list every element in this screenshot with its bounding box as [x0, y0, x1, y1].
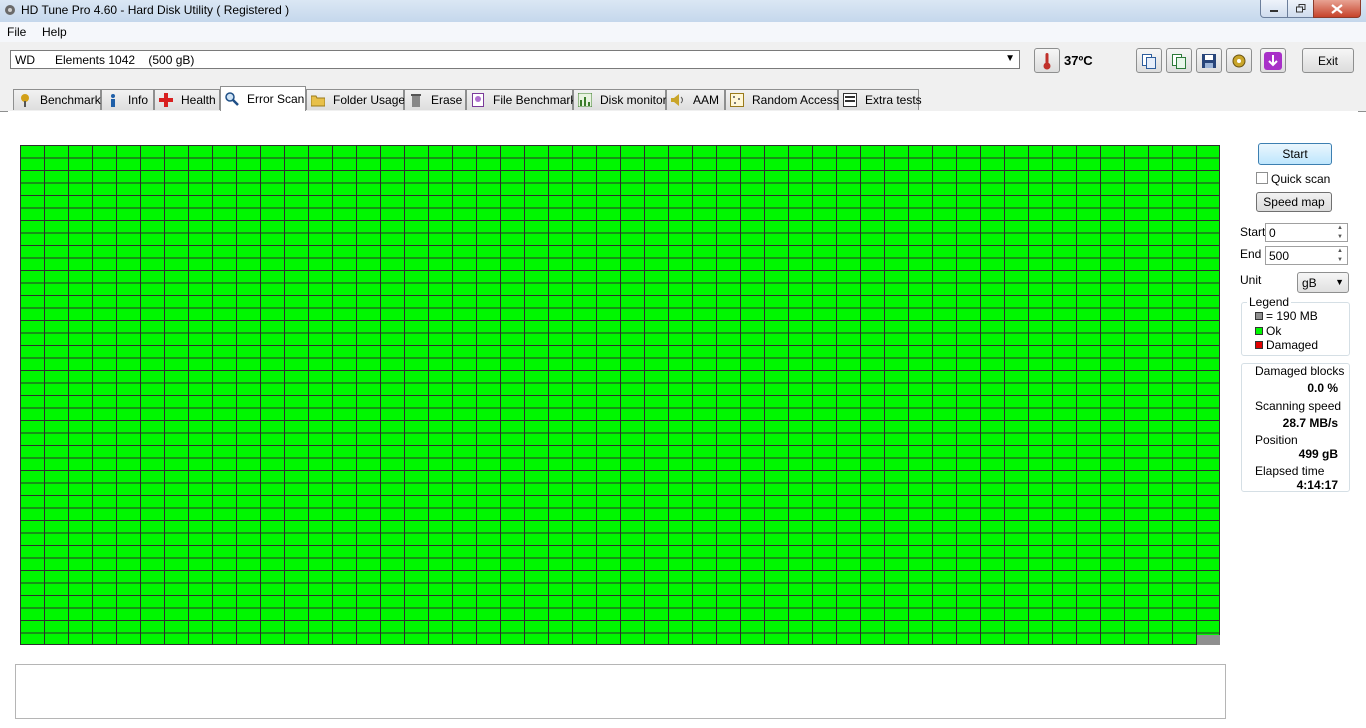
spin-up-icon[interactable]: ▲ [1333, 224, 1347, 232]
random-access-icon [730, 93, 744, 107]
tab-erase[interactable]: Erase [404, 89, 466, 110]
close-icon [1331, 3, 1343, 14]
legend-ok: Ok [1266, 324, 1282, 338]
copy-all-icon [1172, 53, 1186, 69]
legend-swatch-block [1255, 312, 1263, 320]
chevron-down-icon: ▼ [1005, 53, 1015, 64]
end-input-value: 500 [1269, 249, 1290, 263]
tab-random-access[interactable]: Random Access [725, 89, 839, 110]
position-label: Position [1255, 433, 1298, 447]
tab-label: Random Access [752, 93, 839, 107]
drive-select-value: WD Elements 1042 (500 gB) [15, 53, 195, 67]
unit-select[interactable]: gB ▼ [1297, 272, 1349, 293]
temperature-button[interactable] [1034, 48, 1060, 73]
tab-error-scan[interactable]: Error Scan [220, 86, 306, 111]
legend-swatch-damaged [1255, 341, 1263, 349]
tab-file-benchmark[interactable]: File Benchmark [466, 89, 577, 110]
minimize-icon [1270, 9, 1278, 12]
legend-swatch-ok [1255, 327, 1263, 335]
scanning-speed-value: 28.7 MB/s [1282, 416, 1338, 430]
spin-down-icon[interactable]: ▼ [1333, 233, 1347, 241]
copy-icon [1142, 53, 1156, 69]
save-button[interactable] [1196, 48, 1222, 73]
pending-block [1197, 635, 1220, 645]
unit-label: Unit [1240, 273, 1262, 287]
spin-up-icon[interactable]: ▲ [1333, 247, 1347, 255]
tab-benchmark[interactable]: Benchmark [13, 89, 101, 110]
chevron-down-icon: ▼ [1335, 277, 1344, 287]
disk-monitor-icon [578, 93, 592, 107]
damaged-blocks-label: Damaged blocks [1255, 364, 1345, 378]
folder-icon [311, 93, 325, 107]
tab-label: Benchmark [40, 93, 101, 107]
window-title: HD Tune Pro 4.60 - Hard Disk Utility ( R… [21, 3, 290, 17]
scanning-speed-label: Scanning speed [1255, 399, 1342, 413]
scan-block-map [20, 145, 1220, 645]
temperature-readout: 37ºC [1064, 53, 1093, 68]
tab-label: Erase [431, 93, 463, 107]
maximize-button[interactable] [1287, 0, 1314, 18]
legend-damaged: Damaged [1266, 338, 1319, 352]
restore-icon [1295, 4, 1305, 13]
legend-block-size: = 190 MB [1266, 309, 1318, 323]
tab-extra-tests[interactable]: Extra tests [838, 89, 922, 110]
close-button[interactable] [1313, 0, 1361, 18]
unit-select-value: gB [1302, 276, 1317, 290]
health-icon [159, 93, 173, 107]
arrow-down-icon [1264, 51, 1282, 70]
menu-bar [0, 22, 1366, 42]
tab-label: Disk monitor [600, 93, 667, 107]
download-button[interactable] [1260, 48, 1286, 73]
tab-folder-usage[interactable]: Folder Usage [306, 89, 406, 110]
options-button[interactable] [1226, 48, 1252, 73]
options-icon [1232, 54, 1246, 67]
tab-label: Extra tests [865, 93, 922, 107]
start-input-value: 0 [1269, 226, 1276, 240]
benchmark-icon [18, 93, 32, 107]
info-icon [106, 93, 120, 107]
file-benchmark-icon [471, 93, 485, 107]
start-field-label: Start [1240, 225, 1266, 239]
tab-label: Folder Usage [333, 93, 406, 107]
menu-file[interactable]: File [7, 25, 26, 39]
tab-health[interactable]: Health [154, 89, 220, 110]
quick-scan-checkbox[interactable] [1256, 172, 1268, 184]
start-button[interactable]: Start [1258, 143, 1332, 165]
floppy-disk-icon [1202, 53, 1216, 68]
copy-all-button[interactable] [1166, 48, 1192, 73]
exit-button[interactable]: Exit [1302, 48, 1354, 73]
elapsed-time-value: 4:14:17 [1296, 478, 1338, 492]
elapsed-time-label: Elapsed time [1255, 464, 1325, 478]
tab-label: Error Scan [247, 92, 305, 106]
tab-aam[interactable]: AAM [666, 89, 725, 110]
speaker-icon [671, 93, 685, 107]
app-icon [4, 4, 16, 16]
magnifier-icon [225, 92, 239, 106]
menu-help[interactable]: Help [42, 25, 67, 39]
tab-label: AAM [693, 93, 720, 107]
tab-label: Info [128, 93, 149, 107]
spin-down-icon[interactable]: ▼ [1333, 256, 1347, 264]
end-field-label: End [1240, 247, 1262, 261]
speed-map-button[interactable]: Speed map [1256, 192, 1332, 212]
extra-tests-icon [843, 93, 857, 107]
start-input[interactable]: 0 ▲ ▼ [1265, 223, 1348, 242]
position-value: 499 gB [1298, 447, 1338, 461]
log-output [15, 664, 1226, 719]
end-input[interactable]: 500 ▲ ▼ [1265, 246, 1348, 265]
tab-info[interactable]: Info [101, 89, 154, 110]
tab-disk-monitor[interactable]: Disk monitor [573, 89, 667, 110]
drive-select[interactable]: WD Elements 1042 (500 gB) ▼ [10, 50, 1020, 69]
copy-info-button[interactable] [1136, 48, 1162, 73]
damaged-blocks-value: 0.0 % [1307, 381, 1338, 395]
minimize-button[interactable] [1260, 0, 1288, 18]
thermometer-icon [1043, 52, 1051, 69]
quick-scan-label: Quick scan [1271, 172, 1331, 186]
tab-label: File Benchmark [493, 93, 577, 107]
legend-title: Legend [1247, 295, 1292, 309]
tab-label: Health [181, 93, 216, 107]
trash-icon [409, 93, 423, 107]
